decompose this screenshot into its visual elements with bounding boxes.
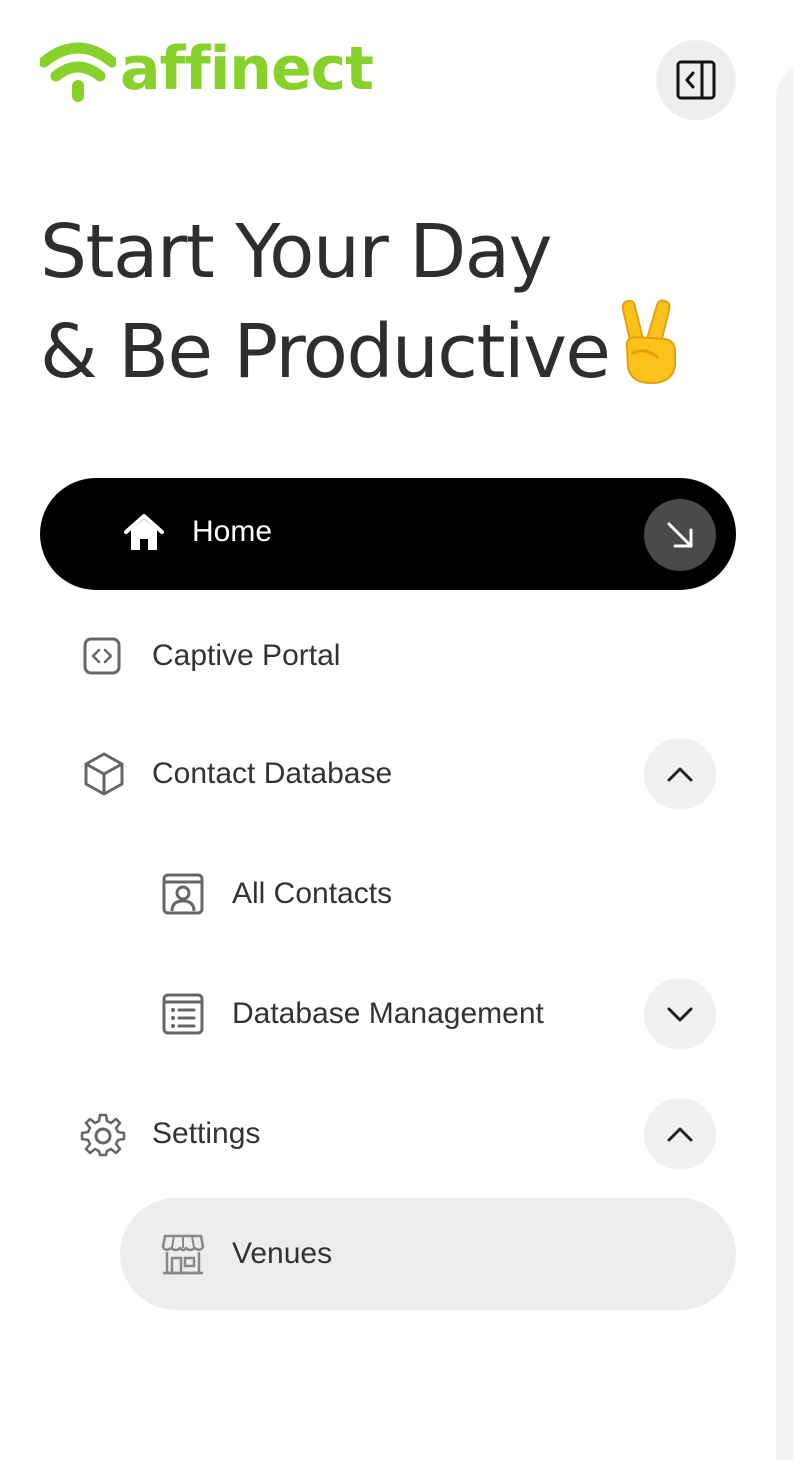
sidebar-item-settings[interactable]: Settings xyxy=(80,1111,261,1157)
sidebar-item-database-management[interactable]: Database Management xyxy=(160,992,544,1036)
contact-database-collapse-button[interactable] xyxy=(644,738,716,810)
chevron-up-icon xyxy=(667,767,693,782)
arrow-down-right-icon xyxy=(667,522,693,548)
sidebar-item-venues[interactable]: Venues xyxy=(160,1232,332,1276)
sidebar-item-database-management-label: Database Management xyxy=(232,997,544,1030)
wifi-logo-icon xyxy=(40,42,116,102)
sidebar-item-home[interactable]: Home xyxy=(40,478,736,590)
sidebar-collapse-icon xyxy=(676,60,716,100)
headline-line-2-text: & Be Productive xyxy=(40,309,611,395)
home-icon xyxy=(122,512,166,554)
brand-name: affinect xyxy=(120,34,374,104)
brand-logo[interactable]: affinect xyxy=(40,34,374,106)
cube-icon xyxy=(80,750,128,798)
sidebar-item-venues-label: Venues xyxy=(232,1237,333,1270)
database-management-expand-button[interactable] xyxy=(644,978,716,1050)
sidebar-item-captive-portal[interactable]: Captive Portal xyxy=(80,634,340,678)
sidebar-item-all-contacts-label: All Contacts xyxy=(232,877,393,910)
chevron-down-icon xyxy=(667,1007,693,1022)
main-content-edge xyxy=(776,60,793,1460)
page-headline: Start Your Day & Be Productive xyxy=(40,205,683,407)
settings-collapse-button[interactable] xyxy=(644,1098,716,1170)
contact-card-icon xyxy=(160,871,206,917)
sidebar-item-contact-database[interactable]: Contact Database xyxy=(80,752,392,796)
list-icon xyxy=(160,991,206,1037)
gear-icon xyxy=(80,1111,126,1157)
chevron-up-icon xyxy=(667,1127,693,1142)
storefront-icon xyxy=(160,1231,206,1277)
sidebar-item-captive-portal-label: Captive Portal xyxy=(152,639,341,672)
home-open-arrow-button[interactable] xyxy=(644,499,716,571)
headline-line-2: & Be Productive xyxy=(40,299,683,407)
sidebar-item-all-contacts[interactable]: All Contacts xyxy=(160,872,392,916)
headline-line-1: Start Your Day xyxy=(40,209,552,295)
victory-hand-icon xyxy=(617,299,683,407)
sidebar-item-settings-label: Settings xyxy=(152,1117,261,1150)
collapse-sidebar-button[interactable] xyxy=(656,40,736,120)
sidebar-item-contact-database-label: Contact Database xyxy=(152,757,393,790)
code-icon xyxy=(80,634,124,678)
sidebar-item-home-label: Home xyxy=(192,515,273,548)
